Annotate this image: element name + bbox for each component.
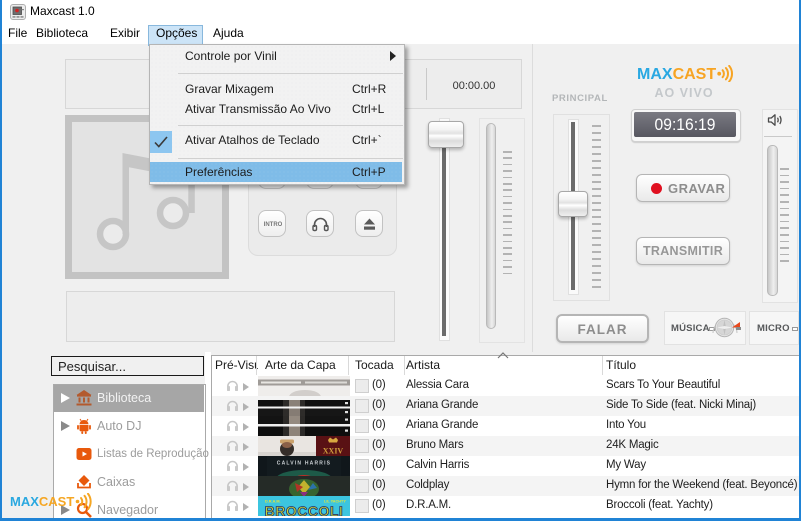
svg-text:CALVIN HARRIS: CALVIN HARRIS	[277, 461, 331, 467]
svg-text:BROCCOLI: BROCCOLI	[265, 503, 344, 516]
svg-text:XXIV: XXIV	[323, 447, 344, 456]
